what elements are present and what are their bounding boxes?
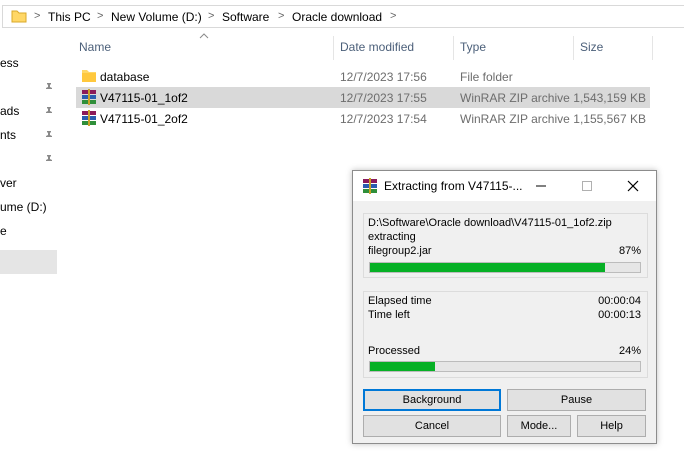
close-button[interactable] — [610, 171, 656, 201]
file-size: 1,543,159 KB — [573, 91, 646, 105]
column-header-date[interactable]: Date modified — [340, 40, 414, 54]
chevron-right-icon[interactable]: > — [390, 10, 396, 22]
time-left-label: Time left — [368, 309, 410, 321]
processed-percent: 24% — [618, 345, 641, 357]
nav-item-selected-highlight — [0, 250, 57, 274]
minimize-button[interactable] — [518, 171, 564, 201]
file-type: File folder — [460, 70, 513, 84]
elapsed-value: 00:00:04 — [598, 295, 641, 307]
file-date: 12/7/2023 17:54 — [340, 112, 427, 126]
nav-item-downloads[interactable]: ads — [0, 104, 19, 118]
current-file-name: filegroup2.jar — [368, 245, 432, 257]
dialog-titlebar[interactable]: Extracting from V47115-... — [353, 171, 656, 201]
file-name[interactable]: database — [100, 70, 149, 84]
winrar-app-icon — [363, 178, 377, 194]
breadcrumb-new-volume[interactable]: New Volume (D:) — [111, 10, 202, 24]
chevron-right-icon[interactable]: > — [97, 10, 103, 22]
chevron-right-icon[interactable]: > — [208, 10, 214, 22]
breadcrumb-software[interactable]: Software — [222, 10, 269, 24]
close-icon — [627, 180, 639, 192]
maximize-icon — [582, 181, 592, 191]
column-divider[interactable] — [333, 36, 334, 60]
file-type: WinRAR ZIP archive — [460, 91, 570, 105]
breadcrumb-this-pc[interactable]: This PC — [48, 10, 91, 24]
time-left-value: 00:00:13 — [598, 309, 641, 321]
breadcrumb-oracle-download[interactable]: Oracle download — [292, 10, 382, 24]
file-name[interactable]: V47115-01_2of2 — [100, 112, 188, 126]
cancel-button[interactable]: Cancel — [363, 415, 501, 437]
column-header-size[interactable]: Size — [580, 40, 603, 54]
maximize-button[interactable] — [564, 171, 610, 201]
processed-progress-fill — [370, 362, 435, 371]
table-row[interactable]: V47115-01_2of2 12/7/2023 17:54 WinRAR ZI… — [76, 108, 650, 129]
pin-icon[interactable] — [44, 130, 54, 140]
file-date: 12/7/2023 17:55 — [340, 91, 427, 105]
table-row[interactable]: V47115-01_1of2 12/7/2023 17:55 WinRAR ZI… — [76, 87, 650, 108]
dialog-title: Extracting from V47115-... — [384, 179, 523, 193]
pause-button[interactable]: Pause — [507, 389, 646, 411]
nav-item-documents[interactable]: nts — [0, 128, 16, 142]
archive-path: D:\Software\Oracle download\V47115-01_1o… — [368, 217, 612, 229]
processed-label: Processed — [368, 345, 420, 357]
minimize-icon — [536, 185, 546, 187]
winrar-archive-icon — [82, 89, 96, 105]
help-button[interactable]: Help — [577, 415, 646, 437]
current-file-panel: D:\Software\Oracle download\V47115-01_1o… — [363, 213, 648, 278]
file-type: WinRAR ZIP archive — [460, 112, 570, 126]
table-row[interactable]: database 12/7/2023 17:56 File folder — [76, 66, 650, 87]
file-size: 1,155,567 KB — [573, 112, 646, 126]
nav-item-quick-access[interactable]: ess — [0, 56, 19, 70]
nav-item-drive[interactable]: ver — [0, 176, 17, 190]
elapsed-label: Elapsed time — [368, 295, 432, 307]
nav-item-other[interactable]: e — [0, 224, 7, 238]
action-label: extracting — [368, 231, 416, 243]
mode-button[interactable]: Mode... — [507, 415, 571, 437]
file-progress-fill — [370, 263, 605, 272]
column-divider[interactable] — [573, 36, 574, 60]
chevron-right-icon[interactable]: > — [278, 10, 284, 22]
column-divider[interactable] — [652, 36, 653, 60]
column-header-name[interactable]: Name — [79, 40, 111, 54]
pin-icon[interactable] — [44, 106, 54, 116]
address-bar: > This PC > New Volume (D:) > Software >… — [0, 0, 684, 33]
folder-icon — [11, 10, 27, 23]
pin-icon[interactable] — [44, 154, 54, 164]
column-header-type[interactable]: Type — [460, 40, 486, 54]
nav-item-new-volume[interactable]: ume (D:) — [0, 200, 47, 214]
file-name[interactable]: V47115-01_1of2 — [100, 91, 188, 105]
background-button[interactable]: Background — [363, 389, 501, 411]
extraction-dialog: Extracting from V47115-... D:\Software\O… — [352, 170, 657, 444]
winrar-archive-icon — [82, 110, 96, 126]
folder-icon — [82, 70, 96, 82]
overall-progress-panel: Elapsed time 00:00:04 Time left 00:00:13… — [363, 291, 648, 378]
processed-progress-bar — [369, 361, 641, 372]
chevron-right-icon[interactable]: > — [34, 10, 40, 22]
column-divider[interactable] — [453, 36, 454, 60]
file-date: 12/7/2023 17:56 — [340, 70, 427, 84]
pin-icon[interactable] — [44, 82, 54, 92]
file-progress-bar — [369, 262, 641, 273]
sort-ascending-icon — [199, 33, 209, 39]
file-percent: 87% — [618, 245, 641, 257]
